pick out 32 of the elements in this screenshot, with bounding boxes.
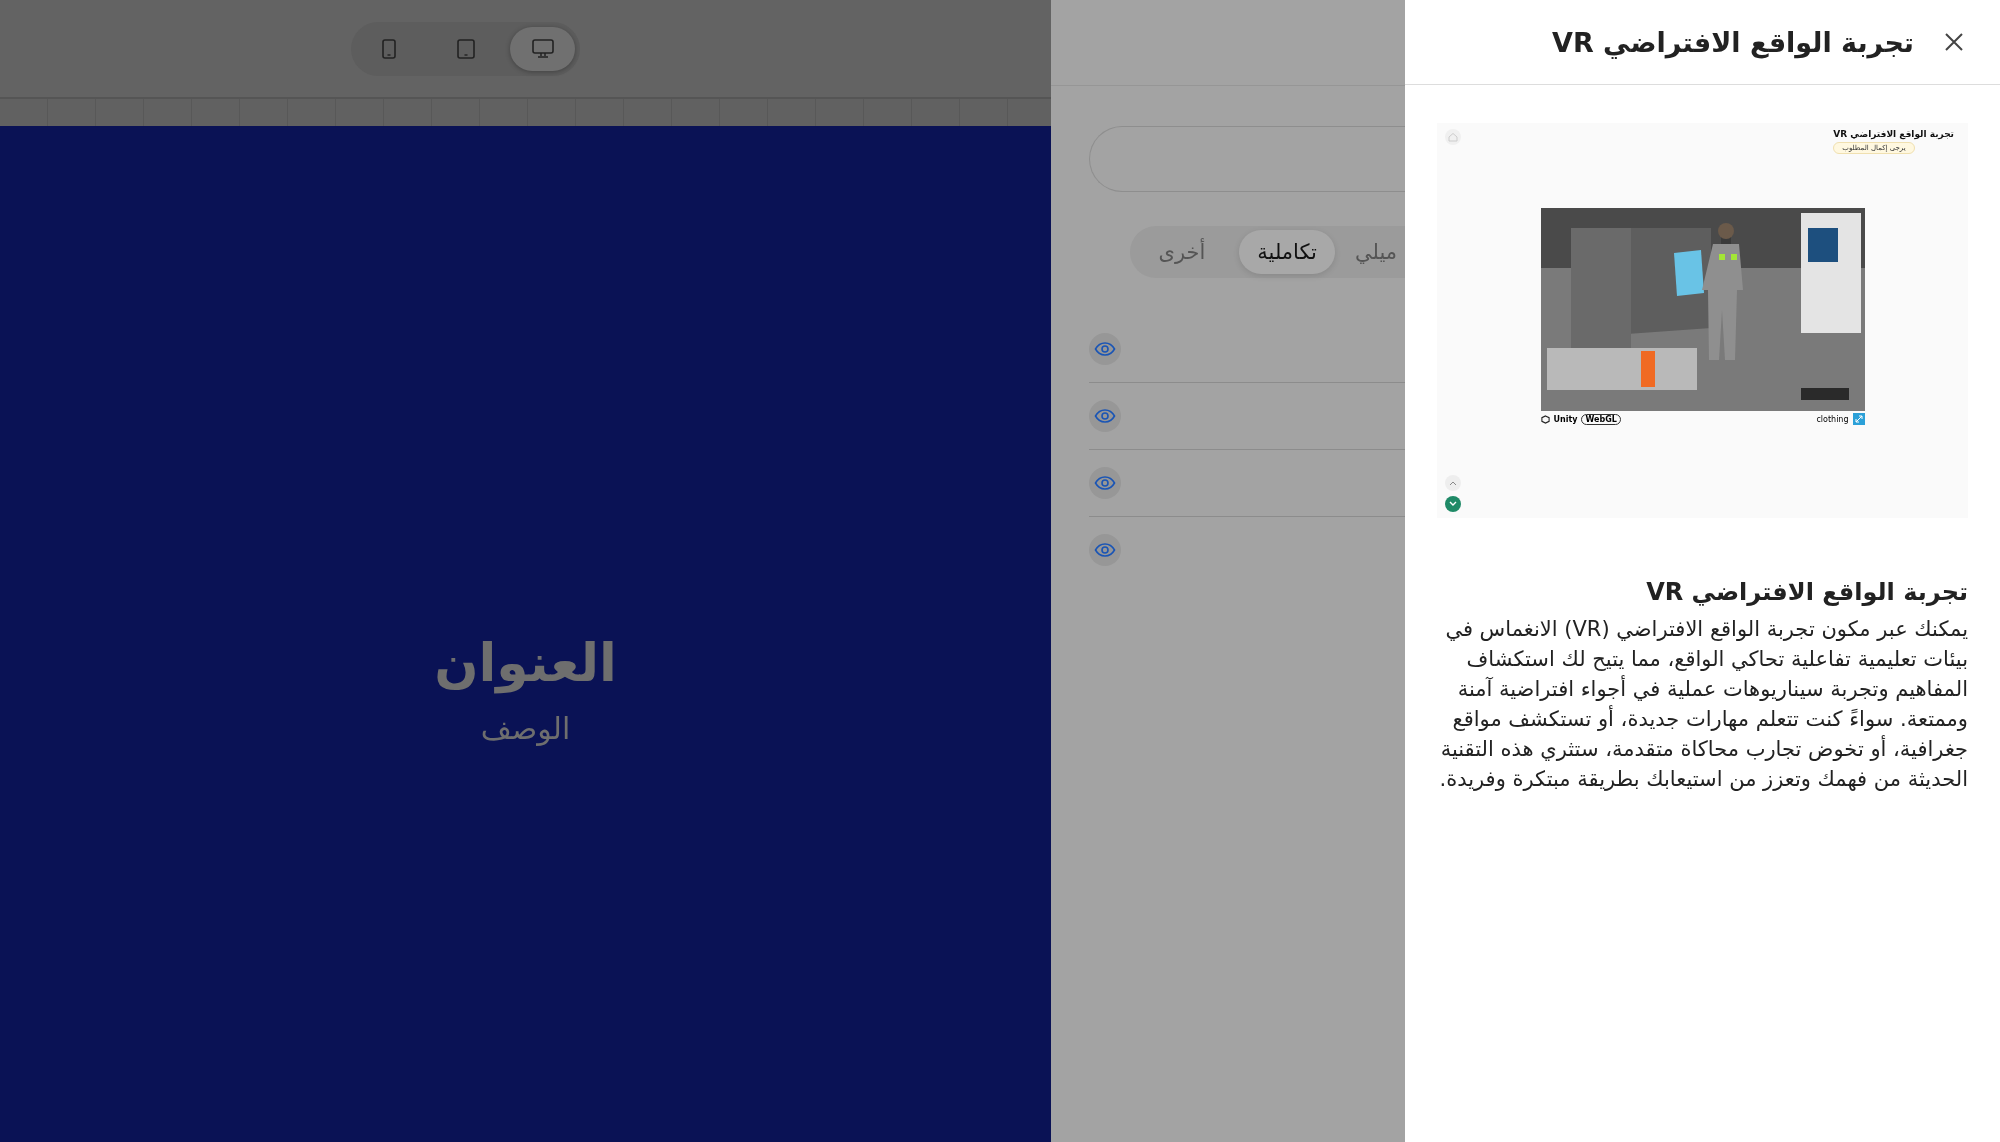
monitor-icon <box>531 39 554 58</box>
app-label: clothing <box>1816 414 1849 424</box>
cube-icon <box>1540 414 1550 424</box>
eye-icon <box>1094 342 1116 356</box>
device-button[interactable] <box>510 26 575 71</box>
view-button[interactable] <box>1089 467 1121 499</box>
eye-icon <box>1094 476 1116 490</box>
tab[interactable]: أخرى <box>1140 230 1224 274</box>
drawer-title: تجربة الواقع الافتراضي VR <box>1552 26 1914 58</box>
engine-label: Unity <box>1553 414 1578 424</box>
scroll-down-button[interactable] <box>1445 496 1461 512</box>
tab[interactable]: تكاملية <box>1239 230 1335 274</box>
phone-icon <box>381 38 396 59</box>
eye-icon <box>1094 543 1116 557</box>
canvas-title: العنوان <box>434 632 617 693</box>
fullscreen-button[interactable] <box>1852 413 1865 425</box>
description-text: يمكنك عبر مكون تجربة الواقع الافتراضي (VR) الانغماس في بيئات تعليمية تفاعلية تحاكي الواقع، مما يتيح لك استكشاف المفاهيم وتجربة سيناريوهات عملية في أجواء افتراضية آمنة وممتعة. سواءً كنت تتعلم مهارات جديدة، أو تستكشف مواقع جغرافية، أو تخوض تجارب محاكاة متقدمة، ستثري هذه التقنية الحديثة من فهمك وتعزز من استيعابك بطريقة مبتكرة وفريدة. <box>1438 616 1968 793</box>
close-icon <box>1944 32 1964 52</box>
preview-title: تجربة الواقع الافتراضي VR <box>1833 129 1954 139</box>
view-button[interactable] <box>1089 534 1121 566</box>
section-heading: تجربة الواقع الافتراضي VR <box>1645 578 1968 606</box>
canvas-description: الوصف <box>480 710 571 746</box>
scroll-up-button[interactable] <box>1445 475 1461 491</box>
tab[interactable]: ميلي <box>1350 230 1401 274</box>
expand-icon <box>1854 415 1863 423</box>
view-button[interactable] <box>1089 400 1121 432</box>
chevron-up-icon <box>1449 480 1457 486</box>
search-field[interactable] <box>1089 126 1405 192</box>
tablet-icon <box>456 38 475 59</box>
eye-icon <box>1094 409 1116 423</box>
chevron-down-icon <box>1449 501 1457 507</box>
view-button[interactable] <box>1089 333 1121 365</box>
